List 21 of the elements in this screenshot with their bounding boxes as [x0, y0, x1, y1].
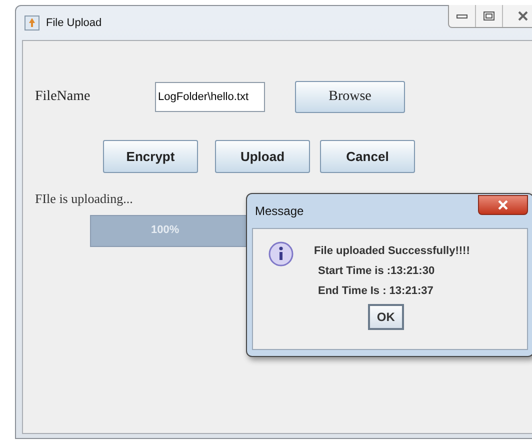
app-icon: [24, 15, 40, 31]
browse-button[interactable]: Browse: [295, 81, 405, 113]
window-title: File Upload: [46, 17, 102, 29]
close-button[interactable]: [478, 195, 528, 215]
action-button[interactable]: Encrypt: [103, 140, 198, 173]
dialog-title: Message: [255, 204, 304, 218]
action-button[interactable]: Upload: [215, 140, 310, 173]
message-text: End Time Is : 13:21:37: [317, 284, 434, 299]
message-text: Start Time is :13:21:30: [317, 264, 436, 279]
field-label: FileName: [35, 89, 92, 105]
status-text: FIle is uploading...: [35, 191, 133, 207]
info-icon: [268, 241, 294, 267]
close-icon: [517, 11, 529, 21]
message-text: File uploaded Successfully!!!!: [314, 244, 470, 259]
close-icon: [497, 200, 509, 210]
ok-button[interactable]: OK: [368, 304, 404, 330]
progress-text: 100%: [151, 224, 180, 236]
filename-field[interactable]: LogFolder\hello.txt: [155, 82, 265, 112]
maximize-icon: [483, 11, 495, 21]
action-button[interactable]: Cancel: [320, 140, 415, 173]
minimize-icon: [456, 12, 468, 20]
